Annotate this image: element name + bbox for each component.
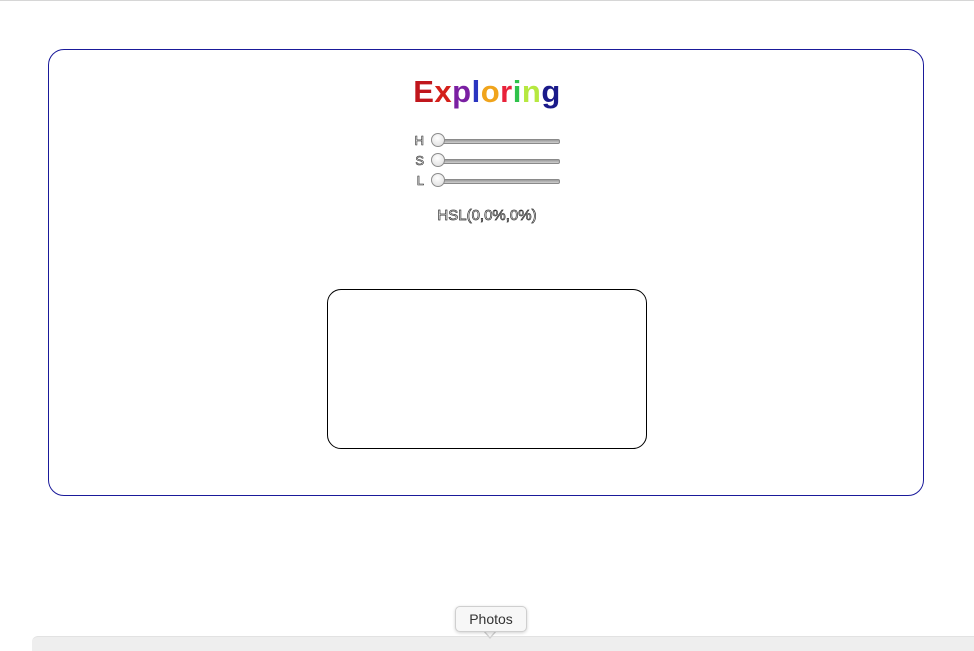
title-letter: g [541,74,561,109]
title-letter: o [480,74,501,109]
saturation-slider-track[interactable] [436,159,560,164]
saturation-slider-thumb[interactable] [431,153,445,167]
lightness-slider-thumb[interactable] [431,173,445,187]
saturation-slider-label: S [415,153,424,168]
page-title: Exploring [0,74,974,110]
title-letter: l [471,74,481,109]
lightness-slider-row: L [410,172,570,190]
title-letter: x [434,74,453,109]
lightness-slider-track[interactable] [436,179,560,184]
window-top-edge [0,0,974,1]
title-letter: r [500,74,513,109]
title-letter: p [452,74,472,109]
dock-tooltip-photos: Photos [455,606,527,632]
lightness-slider-label: L [416,173,424,188]
saturation-slider-row: S [410,152,570,170]
hsl-readout: HSL(0,0%,0%) [437,207,537,225]
title-letter: n [521,74,542,109]
title-letter: E [413,74,435,109]
hue-slider-track[interactable] [436,139,560,144]
hue-slider-row: H [410,132,570,150]
hue-slider-label: H [414,133,424,148]
title-letter: i [512,74,522,109]
dock-bar [32,636,974,651]
hue-slider-thumb[interactable] [431,133,445,147]
color-swatch [327,289,647,449]
